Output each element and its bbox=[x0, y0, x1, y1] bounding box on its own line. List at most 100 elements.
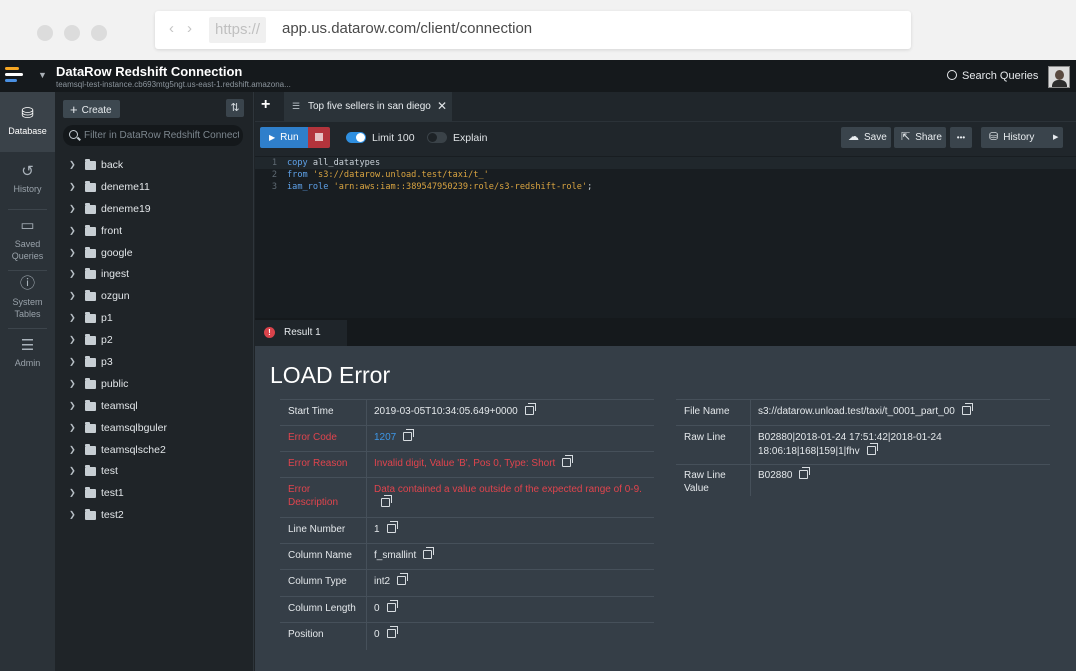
chevron-right-icon[interactable]: ❯ bbox=[69, 357, 76, 366]
create-button[interactable]: + Create bbox=[63, 100, 120, 118]
new-tab-plus-icon[interactable]: + bbox=[261, 96, 270, 114]
share-button[interactable]: ⇱ Share bbox=[894, 127, 946, 148]
tree-item[interactable]: ❯ ingest bbox=[55, 264, 254, 286]
tree-item[interactable]: ❯ test2 bbox=[55, 505, 254, 527]
chevron-right-icon[interactable]: ❯ bbox=[69, 379, 76, 388]
address-bar[interactable]: ‹ › https:// app.us.datarow.com/client/c… bbox=[155, 11, 911, 49]
chevron-right-icon[interactable]: ❯ bbox=[69, 488, 76, 497]
copy-icon[interactable] bbox=[386, 600, 398, 612]
more-button[interactable]: ••• bbox=[950, 127, 972, 148]
copy-icon[interactable] bbox=[524, 403, 536, 415]
rail-item-history[interactable]: ↺ History bbox=[0, 164, 55, 195]
copy-icon[interactable] bbox=[866, 443, 878, 455]
copy-icon[interactable] bbox=[386, 626, 398, 638]
tree-item[interactable]: ❯ p2 bbox=[55, 330, 254, 352]
tab-result-1[interactable]: ! Result 1 bbox=[255, 320, 347, 346]
back-arrow-icon[interactable]: ‹ bbox=[169, 20, 174, 37]
rail-item-admin[interactable]: ☰ Admin bbox=[0, 337, 55, 369]
tree-item[interactable]: ❯ teamsql bbox=[55, 396, 254, 418]
window-maximize-dot[interactable] bbox=[91, 25, 107, 41]
tree-item-label: deneme11 bbox=[101, 180, 150, 193]
copy-icon[interactable] bbox=[381, 495, 392, 507]
chevron-right-icon[interactable]: ❯ bbox=[69, 182, 76, 191]
history-button-label: History bbox=[1003, 132, 1035, 143]
sql-string: 's3://datarow.unload.test/taxi/t_' bbox=[307, 170, 489, 180]
window-close-dot[interactable] bbox=[37, 25, 53, 41]
chevron-right-icon[interactable]: ❯ bbox=[69, 466, 76, 475]
forward-arrow-icon[interactable]: › bbox=[187, 20, 192, 37]
limit-toggle[interactable] bbox=[346, 132, 366, 143]
chevron-right-icon[interactable]: ❯ bbox=[69, 226, 76, 235]
rail-item-system-tables[interactable]: ⓘ System Tables bbox=[0, 276, 55, 320]
rail-item-label: Database bbox=[8, 126, 47, 136]
row-value[interactable]: 1207 bbox=[374, 429, 415, 445]
chevron-down-icon[interactable]: ▼ bbox=[38, 70, 47, 80]
rail-item-database[interactable]: ⛁ Database bbox=[0, 92, 55, 152]
copy-icon[interactable] bbox=[423, 547, 435, 559]
chevron-right-icon[interactable]: ❯ bbox=[69, 335, 76, 344]
schema-filter-input[interactable] bbox=[84, 127, 239, 144]
tree-item[interactable]: ❯ ozgun bbox=[55, 286, 254, 308]
code-line[interactable]: 2 from 's3://datarow.unload.test/taxi/t_… bbox=[255, 169, 1076, 181]
file-detail-table: File Name s3://datarow.unload.test/taxi/… bbox=[676, 399, 1050, 496]
chevron-right-icon[interactable]: ❯ bbox=[69, 445, 76, 454]
tree-item[interactable]: ❯ p1 bbox=[55, 308, 254, 330]
copy-icon[interactable] bbox=[562, 455, 574, 467]
copy-icon[interactable] bbox=[386, 521, 398, 533]
tree-item[interactable]: ❯ test bbox=[55, 461, 254, 483]
save-button[interactable]: ☁ Save bbox=[841, 127, 891, 148]
sliders-icon: ☰ bbox=[20, 337, 35, 354]
chevron-right-icon[interactable]: ❯ bbox=[69, 401, 76, 410]
editor-toolbar: ▶ Run Limit 100 Explain ☁ Save ⇱ Share ••• … bbox=[255, 122, 1076, 156]
window-minimize-dot[interactable] bbox=[64, 25, 80, 41]
explain-toggle[interactable] bbox=[427, 132, 447, 143]
copy-icon[interactable] bbox=[397, 573, 409, 585]
row-key: Error Code bbox=[288, 432, 337, 443]
schema-tree-panel: +Create ⇅ ❯ back ❯ deneme11 ❯ deneme19 ❯ fro… bbox=[55, 92, 254, 671]
plus-icon: + bbox=[70, 102, 78, 117]
chevron-right-icon[interactable]: ❯ bbox=[69, 313, 76, 322]
chevron-right-icon[interactable]: ❯ bbox=[69, 204, 76, 213]
chevron-right-icon[interactable]: ❯ bbox=[69, 510, 76, 519]
chevron-right-icon[interactable]: ❯ bbox=[69, 423, 76, 432]
left-rail: ⛁ Database ↺ History ▭ Saved Queries ⓘ S… bbox=[0, 92, 55, 671]
tree-item[interactable]: ❯ deneme11 bbox=[55, 177, 254, 199]
sql-editor[interactable]: 1 copy all_datatypes 2 from 's3://dataro… bbox=[255, 156, 1076, 316]
chevron-right-icon[interactable]: ❯ bbox=[69, 248, 76, 257]
datarow-logo-icon[interactable] bbox=[5, 67, 25, 85]
row-key: Column Type bbox=[288, 576, 347, 587]
row-value: Invalid digit, Value 'B', Pos 0, Type: S… bbox=[374, 455, 574, 471]
connection-title[interactable]: DataRow Redshift Connection bbox=[56, 64, 242, 79]
copy-icon[interactable] bbox=[799, 467, 811, 479]
tab-query[interactable]: ☰ Top five sellers in san diego ✕ bbox=[284, 92, 452, 122]
copy-icon[interactable] bbox=[961, 403, 973, 415]
history-button[interactable]: ⛁ History ▶ bbox=[981, 127, 1063, 148]
rail-item-saved-queries[interactable]: ▭ Saved Queries bbox=[0, 218, 55, 262]
tree-item[interactable]: ❯ front bbox=[55, 221, 254, 243]
sort-toggle-button[interactable]: ⇅ bbox=[226, 99, 244, 117]
tree-item[interactable]: ❯ test1 bbox=[55, 483, 254, 505]
tree-item[interactable]: ❯ deneme19 bbox=[55, 199, 254, 221]
chevron-right-icon[interactable]: ❯ bbox=[69, 291, 76, 300]
chevron-right-icon[interactable]: ❯ bbox=[69, 269, 76, 278]
tree-item[interactable]: ❯ teamsqlbguler bbox=[55, 418, 254, 440]
close-icon[interactable]: ✕ bbox=[437, 99, 447, 113]
stop-button[interactable] bbox=[308, 127, 330, 148]
save-button-label: Save bbox=[864, 132, 887, 143]
tree-item[interactable]: ❯ google bbox=[55, 243, 254, 265]
tree-item[interactable]: ❯ p3 bbox=[55, 352, 254, 374]
tree-item[interactable]: ❯ back bbox=[55, 155, 254, 177]
user-avatar[interactable] bbox=[1048, 66, 1070, 88]
folder-icon bbox=[85, 246, 96, 258]
folder-icon bbox=[85, 159, 96, 170]
tree-item[interactable]: ❯ public bbox=[55, 374, 254, 396]
url-text[interactable]: app.us.datarow.com/client/connection bbox=[282, 20, 532, 37]
search-queries-button[interactable]: Search Queries bbox=[947, 69, 1038, 82]
chevron-right-icon[interactable]: ❯ bbox=[69, 160, 76, 169]
search-icon bbox=[947, 70, 957, 80]
copy-icon[interactable] bbox=[403, 429, 415, 441]
tree-item[interactable]: ❯ teamsqlsche2 bbox=[55, 440, 254, 462]
run-button[interactable]: ▶ Run bbox=[260, 127, 308, 148]
code-line[interactable]: 3 iam_role 'arn:aws:iam::389547950239:ro… bbox=[255, 181, 1076, 193]
code-line[interactable]: 1 copy all_datatypes bbox=[255, 157, 1076, 169]
